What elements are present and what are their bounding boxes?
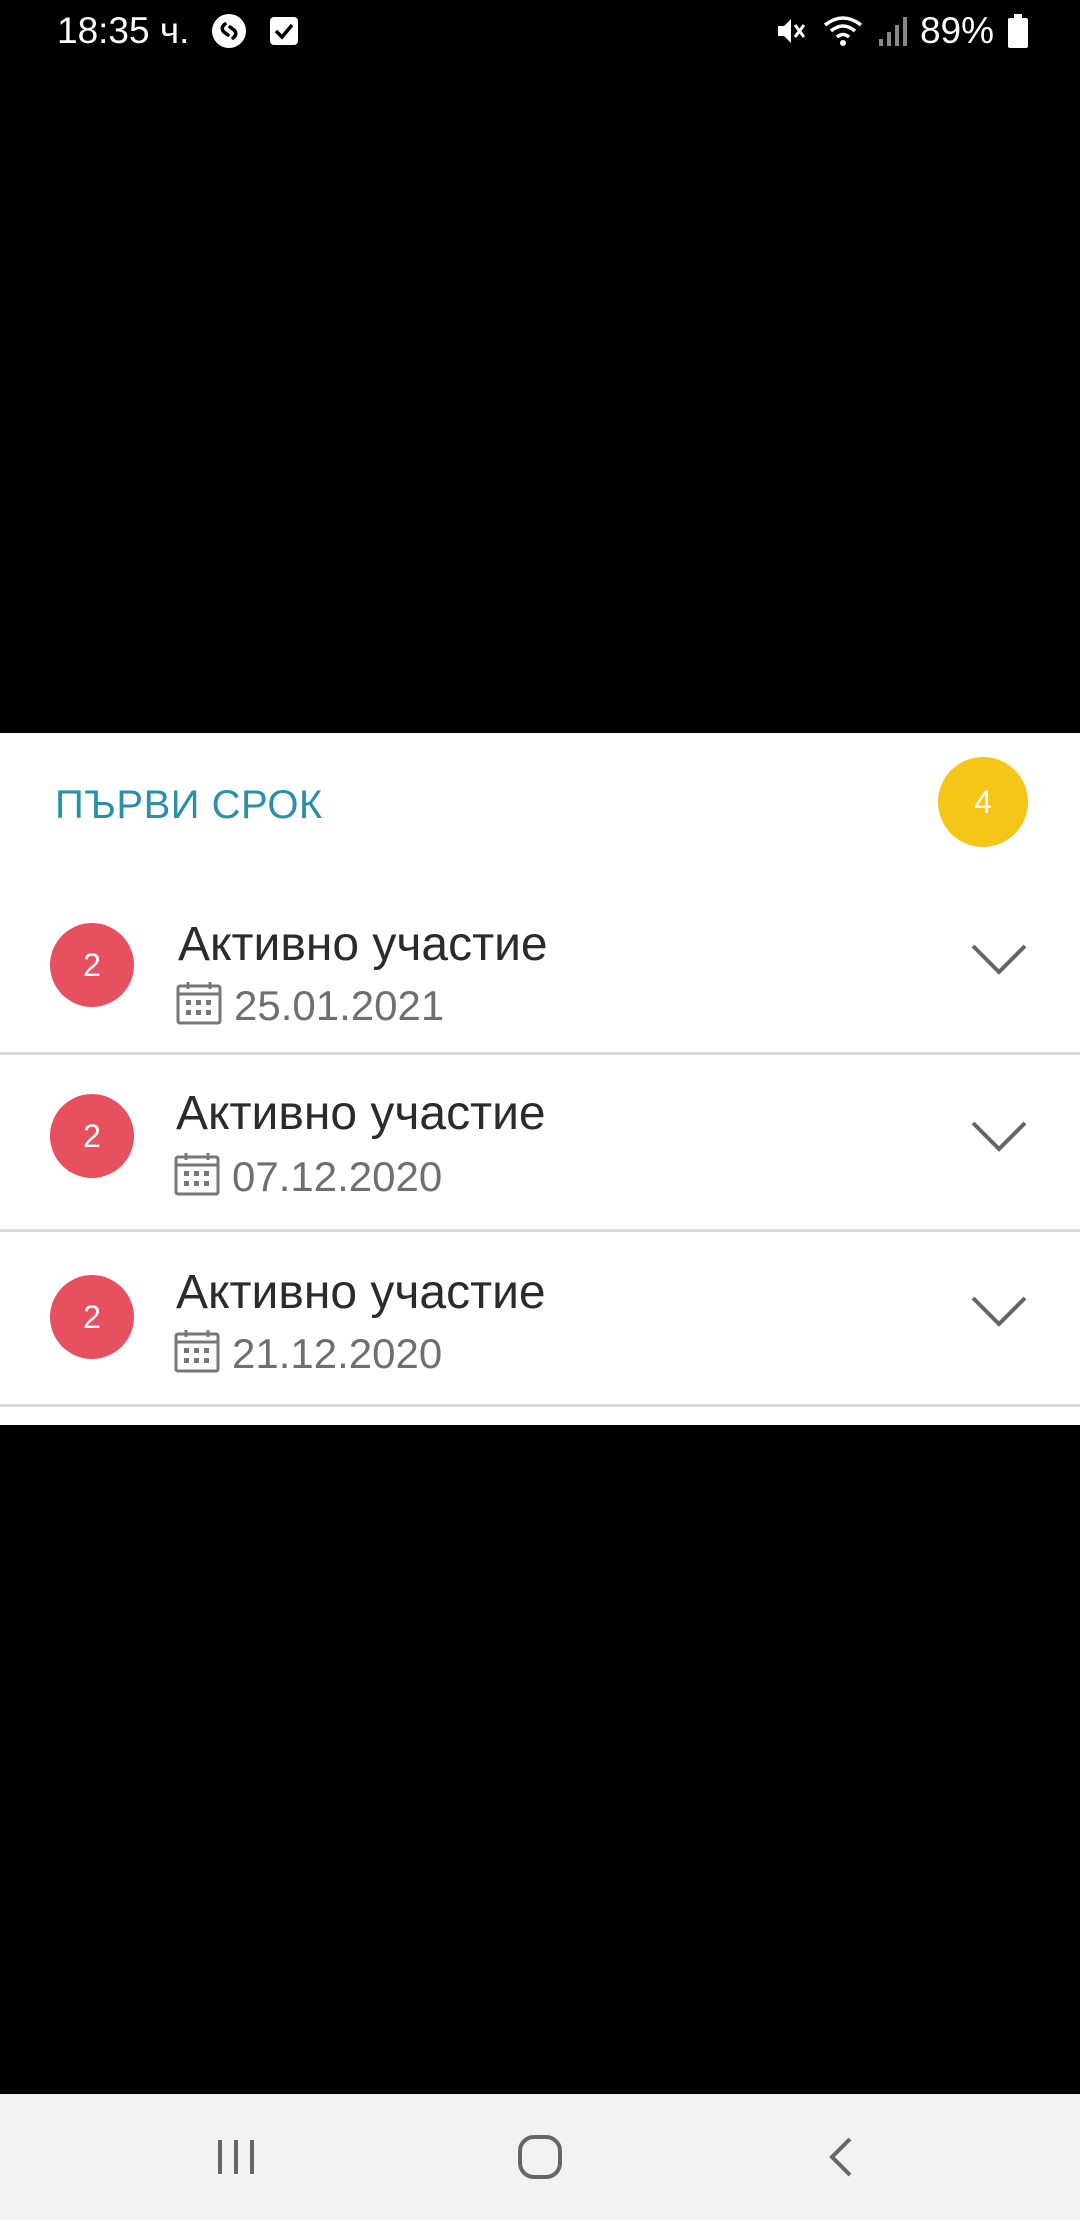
back-button[interactable] (801, 2124, 881, 2190)
chevron-down-icon[interactable] (970, 1120, 1028, 1154)
home-button[interactable] (500, 2124, 580, 2190)
back-icon (829, 2137, 852, 2177)
recent-apps-icon (218, 2140, 254, 2174)
screen: 18:35 ч. 89% ПЪРВИ СРОК 4 2 Активно учас… (0, 0, 1080, 2220)
item-title: Активно участие (178, 918, 548, 971)
calendar-icon (174, 1152, 220, 1201)
grade-badge: 2 (50, 1275, 134, 1359)
status-right: 89% (760, 10, 1028, 52)
shazam-icon (211, 13, 247, 49)
calendar-icon (174, 1329, 220, 1378)
item-title: Активно участие (176, 1087, 546, 1140)
grade-badge: 2 (50, 923, 134, 1007)
section-title: ПЪРВИ СРОК (55, 783, 323, 827)
item-date-row: 25.01.2021 (176, 981, 444, 1030)
section-header[interactable]: ПЪРВИ СРОК 4 (0, 733, 1080, 893)
status-time: 18:35 ч. (57, 10, 190, 51)
chevron-down-icon[interactable] (970, 1295, 1028, 1329)
wifi-icon (822, 14, 864, 48)
term-card: ПЪРВИ СРОК 4 2 Активно участие 25.01.202… (0, 733, 1080, 1425)
item-date: 07.12.2020 (232, 1152, 443, 1200)
item-date-row: 21.12.2020 (174, 1329, 442, 1378)
mute-icon (774, 14, 808, 48)
signal-icon (878, 15, 908, 47)
item-date: 25.01.2021 (234, 981, 445, 1029)
item-date-row: 07.12.2020 (174, 1152, 442, 1201)
battery-icon (1008, 14, 1028, 48)
list-item[interactable]: 2 Активно участие 21.12.2020 (0, 1233, 1080, 1407)
checkbox-notification-icon (269, 16, 299, 46)
calendar-icon (176, 981, 222, 1030)
status-bar: 18:35 ч. 89% (0, 0, 1080, 64)
recent-apps-button[interactable] (196, 2124, 276, 2190)
item-title: Активно участие (176, 1266, 546, 1319)
grade-badge: 2 (50, 1094, 134, 1178)
system-nav-bar (0, 2094, 1080, 2220)
list-item[interactable]: 2 Активно участие 25.01.2021 (0, 881, 1080, 1055)
status-left: 18:35 ч. (57, 10, 299, 52)
battery-percentage: 89% (919, 10, 994, 51)
count-badge: 4 (938, 757, 1028, 847)
list-item[interactable]: 2 Активно участие 07.12.2020 (0, 1058, 1080, 1232)
item-date: 21.12.2020 (232, 1329, 443, 1377)
chevron-down-icon[interactable] (970, 943, 1028, 977)
home-icon (518, 2135, 562, 2179)
